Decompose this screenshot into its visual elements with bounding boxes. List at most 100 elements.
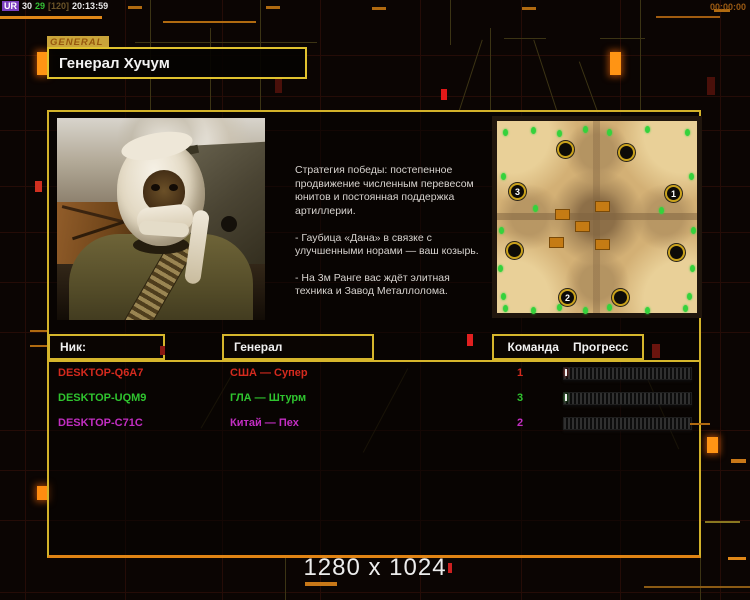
decor-block bbox=[467, 334, 473, 346]
supply-dot bbox=[503, 305, 508, 312]
decor-block bbox=[610, 52, 621, 75]
general-title-box: Генерал Хучум bbox=[47, 47, 307, 79]
player-row: DESKTOP-UQM9 ГЛА — Штурм 3 bbox=[47, 391, 701, 407]
circuit-line bbox=[135, 42, 317, 43]
spawn-label: 3 bbox=[514, 186, 520, 197]
supply-dot bbox=[583, 307, 588, 314]
oil-derrick bbox=[595, 201, 610, 212]
map-terrain: 3 1 2 bbox=[497, 121, 697, 314]
grid-line bbox=[0, 96, 750, 97]
decor-dash bbox=[266, 6, 280, 9]
supply-dot bbox=[531, 307, 536, 314]
strategy-briefing: Стратегия победы: постепенное продвижени… bbox=[295, 164, 483, 312]
spawn-point bbox=[668, 244, 685, 261]
circuit-line bbox=[458, 39, 483, 113]
supply-dot bbox=[607, 304, 612, 311]
spawn-point bbox=[557, 141, 574, 158]
player-nick: DESKTOP-UQM9 bbox=[58, 392, 147, 404]
column-header-general: Генерал bbox=[222, 334, 374, 360]
progress-bar bbox=[563, 417, 692, 430]
decor-block bbox=[448, 563, 452, 573]
decor-dash bbox=[305, 582, 337, 586]
decor-line bbox=[0, 16, 102, 19]
player-row: DESKTOP-C71C Китай — Пех 2 bbox=[47, 416, 701, 432]
supply-dot bbox=[498, 265, 503, 272]
decor-dash bbox=[30, 345, 47, 347]
decor-dash bbox=[128, 6, 142, 9]
decor-dash bbox=[705, 521, 740, 523]
spawn-label: 1 bbox=[670, 188, 676, 199]
player-general: ГЛА — Штурм bbox=[230, 392, 307, 404]
grid-line bbox=[25, 0, 26, 600]
header-label: Генерал bbox=[234, 340, 283, 354]
loading-screen: UR 30 29 [120] 20:13:59 00:00:00 GENERAL… bbox=[0, 0, 750, 600]
supply-dot bbox=[557, 130, 562, 137]
decor-dash bbox=[656, 16, 720, 18]
decor-block bbox=[707, 77, 715, 95]
player-team: 1 bbox=[516, 367, 524, 379]
supply-dot bbox=[503, 129, 508, 136]
supply-dot bbox=[501, 293, 506, 300]
grid-line bbox=[0, 592, 750, 593]
map-preview: 3 1 2 bbox=[492, 116, 702, 318]
decor-block bbox=[652, 344, 660, 358]
player-general: Китай — Пех bbox=[230, 417, 299, 429]
decor-block bbox=[707, 437, 718, 453]
progress-tick bbox=[565, 369, 567, 376]
gentool-overlay: UR 30 29 [120] 20:13:59 bbox=[2, 1, 108, 11]
supply-dot bbox=[683, 305, 688, 312]
resolution-label: 1280 x 1024 bbox=[303, 554, 447, 581]
oil-derrick bbox=[595, 239, 610, 250]
circuit-line bbox=[533, 39, 558, 113]
progress-bar bbox=[563, 392, 692, 405]
player-general: США — Супер bbox=[230, 367, 308, 379]
gentool-clock: 20:13:59 bbox=[72, 1, 109, 11]
circuit-line bbox=[578, 61, 599, 113]
spawn-point bbox=[618, 144, 635, 161]
briefing-paragraph: - На 3м Ранге вас ждёт элитная техника и… bbox=[295, 271, 450, 298]
oil-derrick bbox=[575, 221, 590, 232]
supply-dot bbox=[687, 293, 692, 300]
header-label: Ник: bbox=[60, 340, 87, 354]
circuit-line bbox=[504, 38, 546, 39]
column-header-team-progress: Команда Прогресс bbox=[492, 334, 644, 360]
supply-dot bbox=[659, 207, 664, 214]
circuit-line bbox=[450, 0, 451, 45]
oil-derrick bbox=[555, 209, 570, 220]
progress-tick bbox=[565, 394, 567, 401]
decor-block bbox=[37, 52, 47, 75]
supply-dot bbox=[685, 129, 690, 136]
briefing-paragraph: - Гаубица «Дана» в связке с улучшенными … bbox=[295, 231, 479, 258]
header-label: Прогресс bbox=[572, 340, 629, 354]
supply-dot bbox=[691, 227, 696, 234]
header-label: Команда bbox=[507, 340, 559, 354]
decor-dash bbox=[522, 7, 536, 10]
spawn-point bbox=[612, 289, 629, 306]
decor-dash bbox=[690, 423, 710, 425]
gentool-value1: 30 bbox=[22, 1, 33, 11]
circuit-line bbox=[640, 0, 641, 110]
supply-dot bbox=[583, 126, 588, 133]
circuit-line bbox=[490, 28, 491, 110]
decor-block bbox=[441, 89, 447, 100]
portrait-tank-hole bbox=[221, 216, 237, 232]
oil-derrick bbox=[549, 237, 564, 248]
decor-block bbox=[275, 77, 282, 93]
column-header-nick: Ник: bbox=[48, 334, 165, 360]
supply-dot bbox=[645, 126, 650, 133]
spawn-label: 2 bbox=[564, 292, 570, 303]
player-row: DESKTOP-Q6A7 США — Супер 1 bbox=[47, 366, 701, 382]
player-nick: DESKTOP-C71C bbox=[58, 417, 143, 429]
supply-dot bbox=[499, 227, 504, 234]
supply-dot bbox=[645, 307, 650, 314]
gentool-bracket: [120] bbox=[48, 1, 70, 11]
map-road bbox=[593, 121, 600, 313]
grid-line bbox=[720, 0, 721, 600]
spawn-point: 3 bbox=[509, 183, 526, 200]
progress-bar bbox=[563, 367, 692, 380]
gentool-tag: UR bbox=[2, 1, 19, 11]
general-portrait bbox=[57, 118, 265, 320]
supply-dot bbox=[531, 127, 536, 134]
decor-dash bbox=[30, 330, 47, 332]
supply-dot bbox=[557, 304, 562, 311]
